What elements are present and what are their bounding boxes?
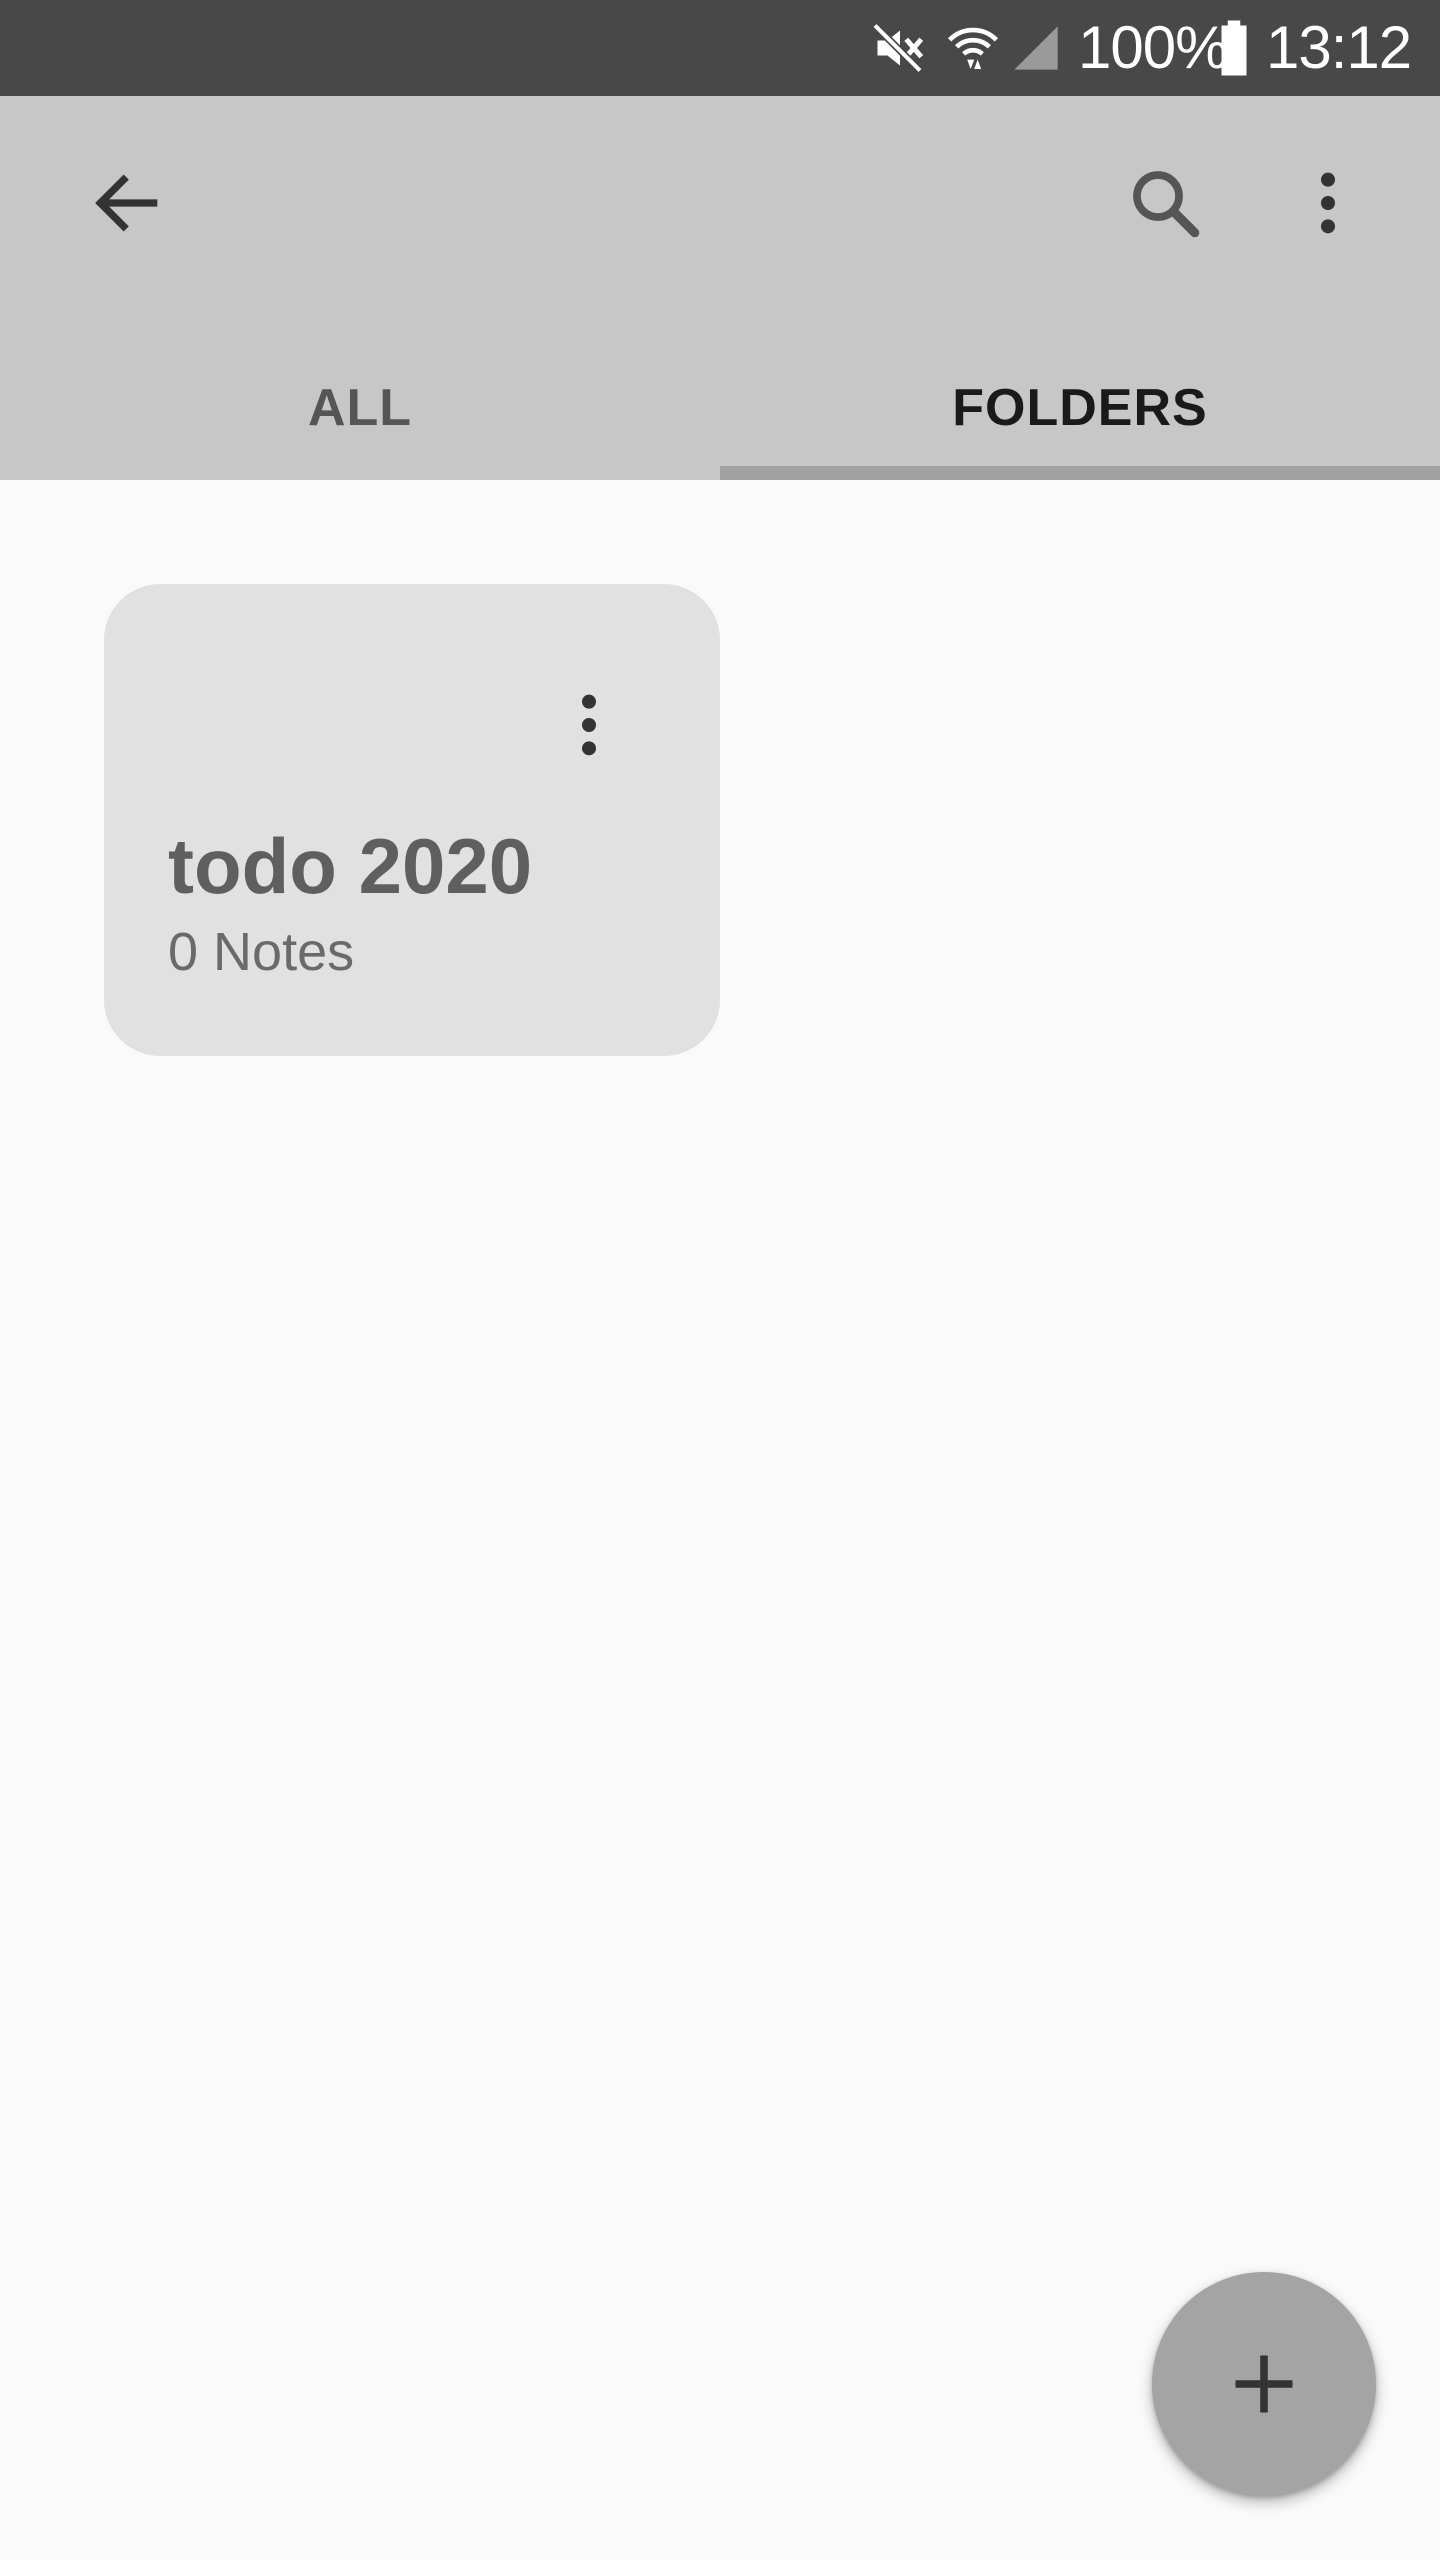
tab-all-label: ALL: [307, 379, 413, 437]
status-bar: 100% 13:12: [0, 0, 1440, 96]
more-vert-icon: [1321, 172, 1335, 234]
tab-folders-label: FOLDERS: [952, 379, 1208, 437]
folder-card[interactable]: todo 2020 0 Notes: [104, 584, 720, 1056]
plus-icon: [1235, 2355, 1293, 2413]
tab-all[interactable]: ALL: [0, 336, 720, 480]
search-button[interactable]: [1110, 148, 1220, 258]
add-folder-button[interactable]: [1152, 2272, 1376, 2496]
cell-signal-icon: [1014, 26, 1058, 70]
mute-icon: [872, 22, 924, 74]
back-button[interactable]: [72, 148, 182, 258]
search-icon: [1133, 171, 1200, 238]
folder-name: todo 2020: [168, 822, 533, 910]
battery-icon: [1221, 20, 1247, 76]
tab-indicator: [720, 466, 1440, 480]
tab-folders[interactable]: FOLDERS: [720, 336, 1440, 480]
battery-percent: 100%: [1078, 14, 1228, 81]
back-arrow-icon: [95, 174, 158, 232]
clock: 13:12: [1266, 14, 1412, 81]
wifi-icon: [948, 27, 998, 69]
more-vert-icon: [582, 694, 596, 756]
folder-more-options-button[interactable]: [534, 670, 644, 780]
more-options-button[interactable]: [1273, 148, 1383, 258]
app-bar: ALL FOLDERS: [0, 96, 1440, 480]
tab-bar: ALL FOLDERS: [0, 336, 1440, 480]
folder-note-count: 0 Notes: [168, 922, 355, 982]
